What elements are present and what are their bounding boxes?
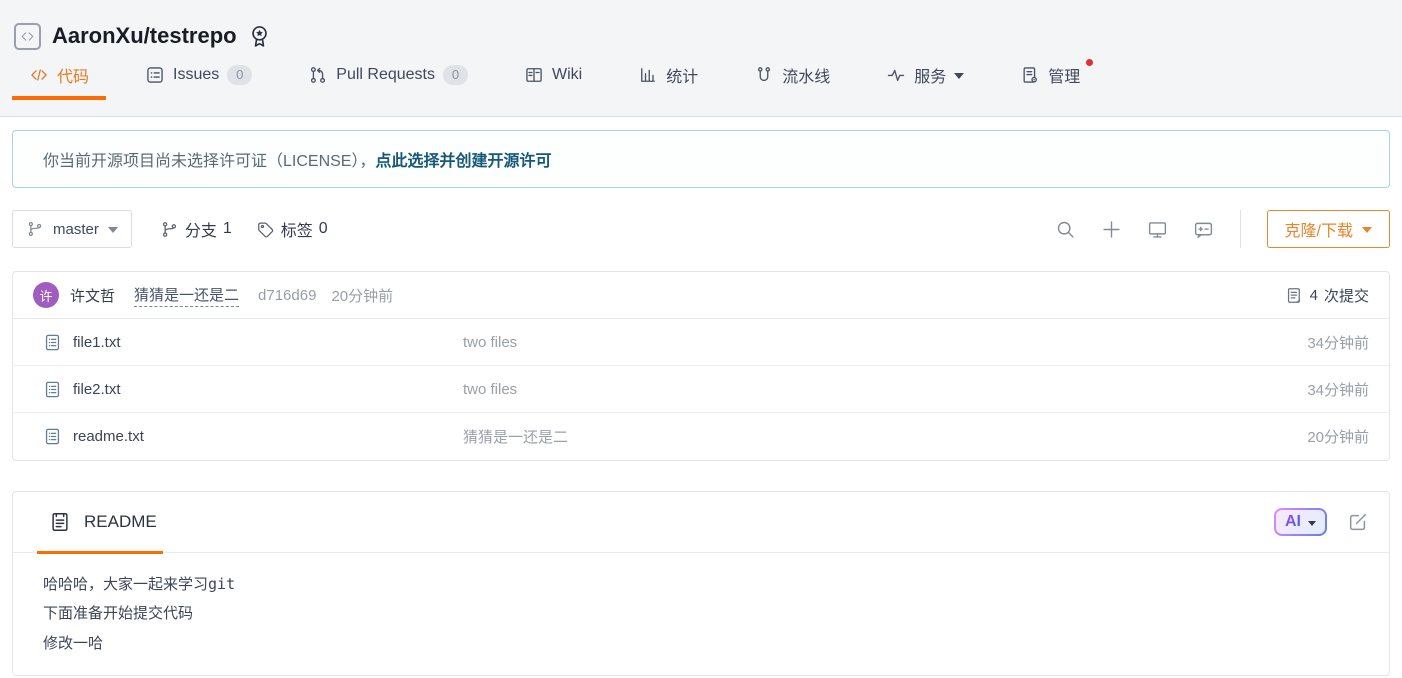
tab-wiki[interactable]: Wiki <box>507 50 599 99</box>
branches-link[interactable]: 分支 1 <box>160 217 232 241</box>
commit-hash[interactable]: d716d69 <box>258 287 316 304</box>
clone-download-button[interactable]: 克隆/下载 <box>1267 210 1390 248</box>
repo-tabs: 代码 Issues 0 Pull Requests 0 Wiki 统计 流水线 … <box>0 50 1402 99</box>
pull-request-icon <box>308 65 328 85</box>
tag-icon <box>256 220 275 239</box>
chevron-down-icon <box>1308 521 1316 526</box>
tags-link[interactable]: 标签 0 <box>256 217 328 241</box>
readme-header: README AI <box>13 492 1389 553</box>
file-icon <box>43 380 62 399</box>
branch-icon <box>26 220 44 238</box>
repo-icon <box>14 23 41 50</box>
feedback-icon[interactable] <box>1193 219 1214 240</box>
notification-dot <box>1086 59 1093 66</box>
commit-message-link[interactable]: 猜猜是一还是二 <box>134 284 239 307</box>
file-time: 34分钟前 <box>1307 332 1369 353</box>
license-banner: 你当前开源项目尚未选择许可证（LICENSE）， 点此选择并创建开源许可 <box>12 130 1390 188</box>
repo-header: AaronXu/testrepo <box>0 0 1402 52</box>
file-commit-message[interactable]: two files <box>463 381 517 398</box>
ai-label: AI <box>1285 513 1301 531</box>
tab-services[interactable]: 服务 <box>869 50 981 99</box>
branch-tag-stats: 分支 1 标签 0 <box>160 217 328 241</box>
readme-line: 修改一哈 <box>43 629 1359 658</box>
readme-icon <box>49 511 71 533</box>
chevron-down-icon <box>108 227 118 233</box>
tab-issues[interactable]: Issues 0 <box>128 50 269 99</box>
file-row[interactable]: file1.txt two files 34分钟前 <box>13 319 1389 366</box>
file-time: 34分钟前 <box>1307 379 1369 400</box>
readme-tab[interactable]: README <box>84 512 157 532</box>
file-commit-message[interactable]: two files <box>463 334 517 351</box>
tab-manage[interactable]: 管理 <box>1003 50 1097 99</box>
search-icon[interactable] <box>1055 219 1076 240</box>
file-commit-message[interactable]: 猜猜是一还是二 <box>463 426 568 447</box>
commit-time: 20分钟前 <box>331 285 393 306</box>
repo-title[interactable]: AaronXu/testrepo <box>52 23 237 49</box>
issues-icon <box>145 65 165 85</box>
readme-line: 下面准备开始提交代码 <box>43 599 1359 628</box>
certificate-badge-icon[interactable] <box>247 24 272 49</box>
page-header: AaronXu/testrepo 代码 Issues 0 Pull Reques… <box>0 0 1402 117</box>
file-name[interactable]: file2.txt <box>73 381 121 398</box>
web-ide-icon[interactable] <box>1147 219 1168 240</box>
tab-pull-requests[interactable]: Pull Requests 0 <box>291 50 485 99</box>
avatar[interactable]: 许 <box>33 282 59 308</box>
chevron-down-icon <box>954 73 964 79</box>
manage-icon <box>1020 65 1040 85</box>
file-icon <box>43 333 62 352</box>
readme-line: 哈哈哈，大家一起来学习git <box>43 570 1359 599</box>
bar-chart-icon <box>638 65 658 85</box>
file-name[interactable]: file1.txt <box>73 334 121 351</box>
divider <box>1240 210 1241 248</box>
tab-pipeline[interactable]: 流水线 <box>737 50 847 99</box>
file-icon <box>43 427 62 446</box>
wiki-icon <box>524 65 544 85</box>
pr-count-badge: 0 <box>443 65 468 85</box>
pipeline-icon <box>754 65 774 85</box>
commits-icon <box>1285 286 1304 305</box>
file-row[interactable]: readme.txt 猜猜是一还是二 20分钟前 <box>13 413 1389 460</box>
license-banner-text: 你当前开源项目尚未选择许可证（LICENSE）， <box>43 147 375 171</box>
branch-icon <box>160 220 179 239</box>
file-time: 20分钟前 <box>1307 426 1369 447</box>
create-license-link[interactable]: 点此选择并创建开源许可 <box>375 147 551 171</box>
repo-toolbar: master 分支 1 标签 0 克隆/下载 <box>12 209 1390 249</box>
issues-count-badge: 0 <box>227 65 252 85</box>
latest-commit-row: 许 许文哲 猜猜是一还是二 d716d69 20分钟前 4 次提交 <box>13 272 1389 319</box>
branch-selector[interactable]: master <box>12 210 132 248</box>
file-row[interactable]: file2.txt two files 34分钟前 <box>13 366 1389 413</box>
tab-code[interactable]: 代码 <box>12 50 106 99</box>
commits-link[interactable]: 4 次提交 <box>1285 285 1369 306</box>
readme-panel: README AI 哈哈哈，大家一起来学习git 下面准备开始提交代码 修改一哈 <box>12 491 1390 676</box>
ai-button[interactable]: AI <box>1274 508 1327 536</box>
plus-icon[interactable] <box>1101 219 1122 240</box>
commit-author[interactable]: 许文哲 <box>70 285 115 306</box>
edit-readme-icon[interactable] <box>1347 511 1369 533</box>
chevron-down-icon <box>1362 227 1372 233</box>
readme-content: 哈哈哈，大家一起来学习git 下面准备开始提交代码 修改一哈 <box>13 553 1389 675</box>
file-list-panel: 许 许文哲 猜猜是一还是二 d716d69 20分钟前 4 次提交 file1.… <box>12 271 1390 461</box>
tab-stats[interactable]: 统计 <box>621 50 715 99</box>
file-name[interactable]: readme.txt <box>73 428 144 445</box>
pulse-icon <box>886 65 906 85</box>
code-icon <box>29 65 49 85</box>
toolbar-actions: 克隆/下载 <box>1030 210 1390 248</box>
